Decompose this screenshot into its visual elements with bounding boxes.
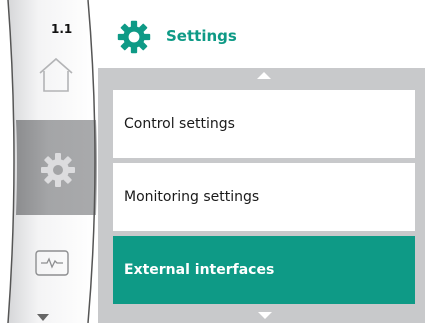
home-icon[interactable]	[36, 55, 76, 95]
menu-item-label: Monitoring settings	[124, 189, 260, 205]
monitor-wave-icon[interactable]	[35, 250, 69, 276]
menu-item-monitoring-settings[interactable]: Monitoring settings	[113, 163, 415, 231]
scroll-up-icon[interactable]	[257, 72, 271, 79]
side-navigation-rail: 1.1	[0, 0, 100, 323]
scroll-down-icon[interactable]	[258, 312, 272, 319]
screen-number: 1.1	[51, 22, 73, 36]
gear-icon	[117, 20, 151, 54]
menu-item-label: External interfaces	[124, 262, 275, 278]
menu-item-label: Control settings	[124, 116, 235, 132]
menu-item-external-interfaces[interactable]: External interfaces	[113, 236, 415, 304]
menu-item-control-settings[interactable]: Control settings	[113, 90, 415, 158]
rail-scroll-down-icon[interactable]	[37, 314, 49, 321]
settings-gear-icon[interactable]	[38, 150, 78, 190]
page-title: Settings	[166, 27, 237, 45]
page-header: Settings	[92, 0, 425, 68]
